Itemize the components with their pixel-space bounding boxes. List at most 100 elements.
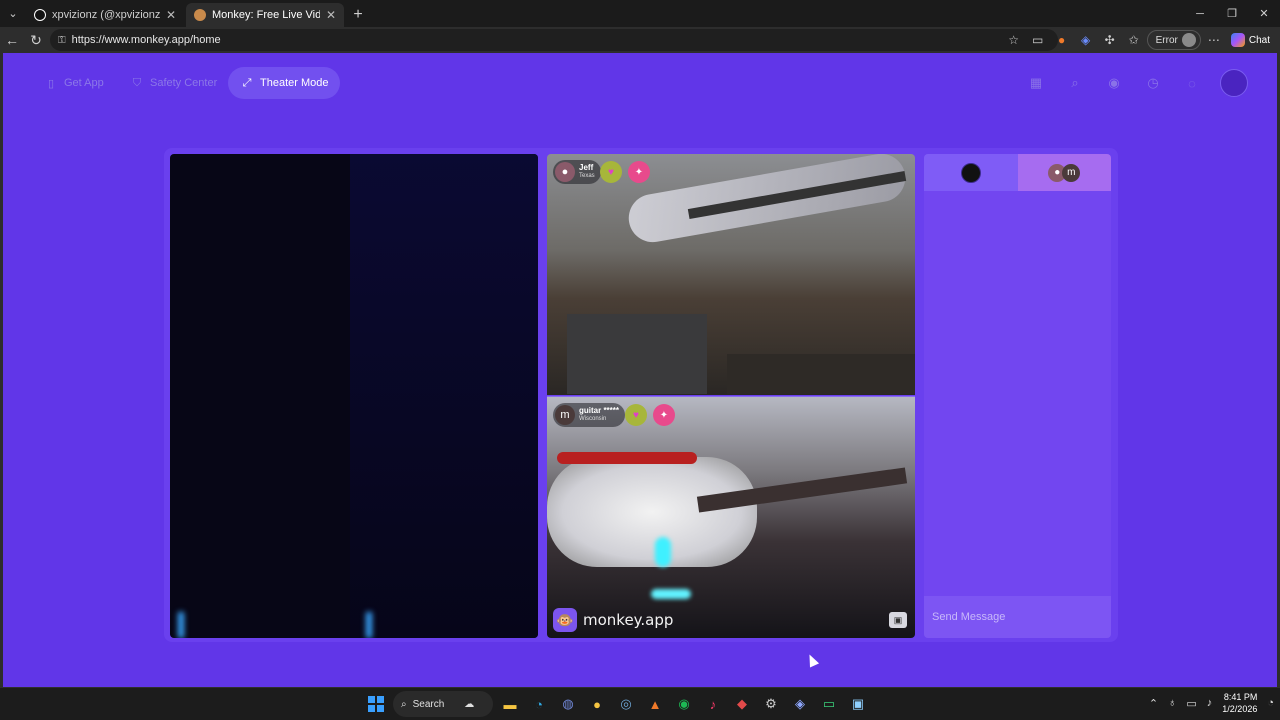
username: Jeff (579, 163, 594, 172)
app-yellow-icon[interactable]: ● (585, 691, 609, 717)
user-tag-jeff[interactable]: ● Jeff Texas (553, 160, 601, 184)
profile-avatar-icon (1181, 33, 1196, 47)
expand-icon: ⤢ (242, 76, 252, 89)
clock[interactable]: 8:41 PM 1/2/2026 (1222, 691, 1257, 715)
url-text: https://www.monkey.app/home (71, 34, 221, 46)
get-app-label: Get App (64, 77, 104, 89)
toolbar-right: ☆ ▭ ● ◈ ✣ ✩ Error ⋯ Chat (1003, 30, 1274, 50)
app-orange-icon[interactable]: ▲ (643, 691, 667, 717)
chat-header: ● m (924, 154, 1111, 191)
monkey-face-icon[interactable]: ◉ (1103, 72, 1125, 94)
mouse-cursor-icon (804, 652, 820, 668)
heart-badge-icon[interactable]: ♥ (625, 404, 647, 426)
restore-icon[interactable]: ❐ (1216, 0, 1248, 27)
site-info-icon[interactable]: ⚿ (58, 35, 66, 46)
background-object (727, 354, 915, 394)
close-window-icon[interactable]: ✕ (1248, 0, 1280, 27)
report-icon[interactable]: ▣ (889, 612, 907, 628)
tab-title: xpvizionz (@xpvizionz) is LIVE (52, 9, 160, 21)
favorite-star-icon[interactable]: ☆ (1003, 30, 1025, 50)
user-tag-guitar[interactable]: m guitar ***** Wisconsin (553, 403, 626, 427)
tiktok-icon[interactable]: ♪ (701, 691, 725, 717)
extensions-puzzle-icon[interactable]: ✣ (1099, 30, 1121, 50)
copilot-chat-button[interactable]: Chat (1227, 33, 1274, 47)
theater-mode-label: Theater Mode (260, 77, 329, 89)
browser-tab-bar: ⌄ xpvizionz (@xpvizionz) is LIVE ✕ Monke… (0, 0, 1280, 27)
teal-lamp (655, 537, 671, 567)
notifications-bell-icon[interactable]: ◔ (1267, 697, 1274, 709)
browser-tab-monkey[interactable]: Monkey: Free Live Video Chat ✕ (186, 3, 344, 27)
new-tab-button[interactable]: + (346, 3, 370, 27)
address-bar[interactable]: ⚿ https://www.monkey.app/home (50, 29, 1058, 51)
heart-badge-icon[interactable]: ♥ (600, 161, 622, 183)
phone-icon: ▯ (47, 77, 55, 90)
close-icon[interactable]: ✕ (166, 8, 176, 22)
messages-icon[interactable]: ◌ (1181, 72, 1203, 94)
remote-camera-feed-bottom: m guitar ***** Wisconsin ♥ ✦ 🐵 monkey.ap… (547, 396, 915, 638)
username: guitar ***** (579, 406, 620, 415)
watermark-text: monkey.app (583, 611, 674, 629)
send-message-box (924, 596, 1111, 638)
close-icon[interactable]: ✕ (326, 8, 336, 22)
gift-badge-icon[interactable]: ✦ (653, 404, 675, 426)
app-blue-icon[interactable]: ◈ (788, 691, 812, 717)
monkey-watermark: 🐵 monkey.app (553, 608, 673, 632)
reload-icon[interactable]: ↻ (24, 28, 48, 52)
history-clock-icon[interactable]: ◷ (1142, 72, 1164, 94)
app-gear-icon[interactable]: ⚙ (759, 691, 783, 717)
edge-browser-icon[interactable]: ◔ (527, 691, 551, 717)
favorites-icon[interactable]: ✩ (1123, 30, 1145, 50)
microphone-icon[interactable]: ♁ (1168, 697, 1176, 709)
spotify-icon[interactable]: ◉ (672, 691, 696, 717)
start-button[interactable] (364, 691, 388, 717)
app-red-icon[interactable]: ◆ (730, 691, 754, 717)
chat-label: Chat (1248, 34, 1270, 46)
gift-badge-icon[interactable]: ✦ (628, 161, 650, 183)
user-avatar: ● (555, 162, 575, 182)
profile-error-button[interactable]: Error (1146, 30, 1201, 50)
tiktok-favicon-icon (34, 9, 46, 21)
get-app-button[interactable]: ▯ Get App (32, 67, 116, 99)
extension-orange-icon[interactable]: ● (1051, 30, 1073, 50)
chat-tab-group[interactable]: ● m (1017, 154, 1111, 191)
profile-avatar[interactable] (1220, 69, 1248, 97)
discord-icon[interactable]: ◍ (556, 691, 580, 717)
copilot-icon (1230, 33, 1245, 47)
user-location: Wisconsin (579, 416, 607, 422)
network-icon[interactable]: ▭ (1186, 697, 1196, 710)
group-avatars: ● m (1048, 163, 1081, 182)
steam-icon[interactable]: ◎ (614, 691, 638, 717)
send-message-input[interactable] (932, 611, 1102, 623)
shield-icon: ⛉ (132, 76, 142, 89)
extension-shield-icon[interactable]: ◈ (1075, 30, 1097, 50)
minimize-icon[interactable]: ─ (1184, 0, 1216, 27)
guitar-red-edge (557, 452, 697, 464)
monkey-favicon-icon (194, 9, 206, 21)
safety-center-button[interactable]: ⛉ Safety Center (118, 67, 229, 99)
user-avatar: m (555, 405, 575, 425)
blue-light-right (366, 612, 372, 638)
theater-mode-button[interactable]: ⤢ Theater Mode (228, 67, 341, 99)
tab-list-button[interactable]: ⌄ (0, 0, 26, 27)
background-object (567, 314, 707, 394)
system-tray: ⌃ ♁ ▭ ♪ 8:41 PM 1/2/2026 ◔ (1149, 691, 1274, 715)
chat-panel: ● m (924, 154, 1111, 638)
taskbar-apps: ⌕ Search ☁ ▬ ◔ ◍ ● ◎ ▲ ◉ ♪ ◆ ⚙ ◈ ▭ ▣ (364, 691, 870, 717)
volume-icon[interactable]: ♪ (1207, 697, 1213, 709)
search-label: Search (412, 698, 445, 710)
chat-tab-self[interactable] (924, 154, 1018, 191)
app-green-icon[interactable]: ▭ (817, 691, 841, 717)
chevron-up-icon[interactable]: ⌃ (1149, 697, 1158, 710)
file-explorer-icon[interactable]: ▬ (498, 691, 522, 717)
guitar-body (547, 457, 757, 567)
browser-tab-tiktok[interactable]: xpvizionz (@xpvizionz) is LIVE ✕ (26, 3, 184, 27)
window-controls: ─ ❐ ✕ (1184, 0, 1280, 27)
camera-icon[interactable]: ▭ (1027, 30, 1049, 50)
store-icon[interactable]: ▦ (1025, 72, 1047, 94)
monkey-page: ▯ Get App ⛉ Safety Center ⤢ Theater Mode… (0, 53, 1280, 687)
search-icon[interactable]: ⌕ (1064, 72, 1086, 94)
more-menu-icon[interactable]: ⋯ (1203, 30, 1225, 50)
app-window-icon[interactable]: ▣ (846, 691, 870, 717)
taskbar-search[interactable]: ⌕ Search ☁ (393, 691, 493, 717)
back-arrow-icon[interactable]: ← (0, 28, 24, 52)
